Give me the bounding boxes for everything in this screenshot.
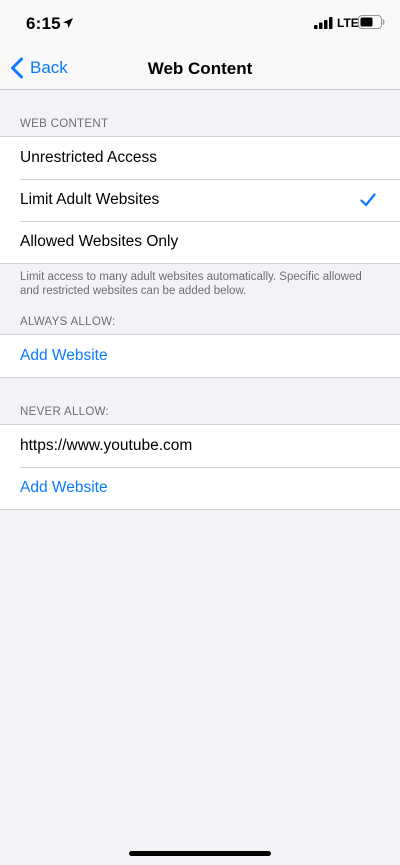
battery-icon bbox=[358, 15, 385, 29]
option-label: Unrestricted Access bbox=[20, 149, 157, 166]
add-website-label: Add Website bbox=[20, 347, 108, 364]
add-website-label: Add Website bbox=[20, 479, 108, 496]
status-time: 6:15 bbox=[26, 14, 61, 33]
site-url: https://www.youtube.com bbox=[20, 437, 193, 454]
web-content-options: Unrestricted Access Limit Adult Websites… bbox=[0, 136, 400, 264]
navigation-bar: Back Web Content bbox=[0, 46, 400, 90]
signal-bars-icon bbox=[314, 17, 333, 29]
page-title: Web Content bbox=[147, 59, 253, 78]
option-label: Allowed Websites Only bbox=[20, 233, 179, 250]
option-unrestricted-access[interactable]: Unrestricted Access bbox=[0, 137, 400, 179]
status-bar: 6:15 LTE bbox=[0, 0, 400, 46]
home-indicator[interactable] bbox=[129, 851, 271, 856]
section-header-web-content: WEB CONTENT bbox=[20, 118, 109, 130]
option-label: Limit Adult Websites bbox=[20, 191, 160, 208]
never-allow-add-website-button[interactable]: Add Website bbox=[0, 467, 400, 509]
always-allow-list: Add Website bbox=[0, 334, 400, 378]
always-allow-add-website-button[interactable]: Add Website bbox=[0, 335, 400, 377]
option-allowed-websites-only[interactable]: Allowed Websites Only bbox=[0, 221, 400, 263]
section-header-never-allow: NEVER ALLOW: bbox=[20, 406, 110, 418]
location-arrow-icon bbox=[63, 18, 73, 28]
web-content-footer-note: Limit access to many adult websites auto… bbox=[20, 271, 362, 297]
never-allow-list: https://www.youtube.com Add Website bbox=[0, 424, 400, 510]
never-allow-site-row[interactable]: https://www.youtube.com bbox=[0, 425, 400, 467]
option-limit-adult-websites[interactable]: Limit Adult Websites bbox=[0, 179, 400, 221]
checkmark-icon bbox=[360, 193, 376, 207]
network-label: LTE bbox=[337, 16, 359, 30]
section-header-always-allow: ALWAYS ALLOW: bbox=[20, 316, 116, 328]
